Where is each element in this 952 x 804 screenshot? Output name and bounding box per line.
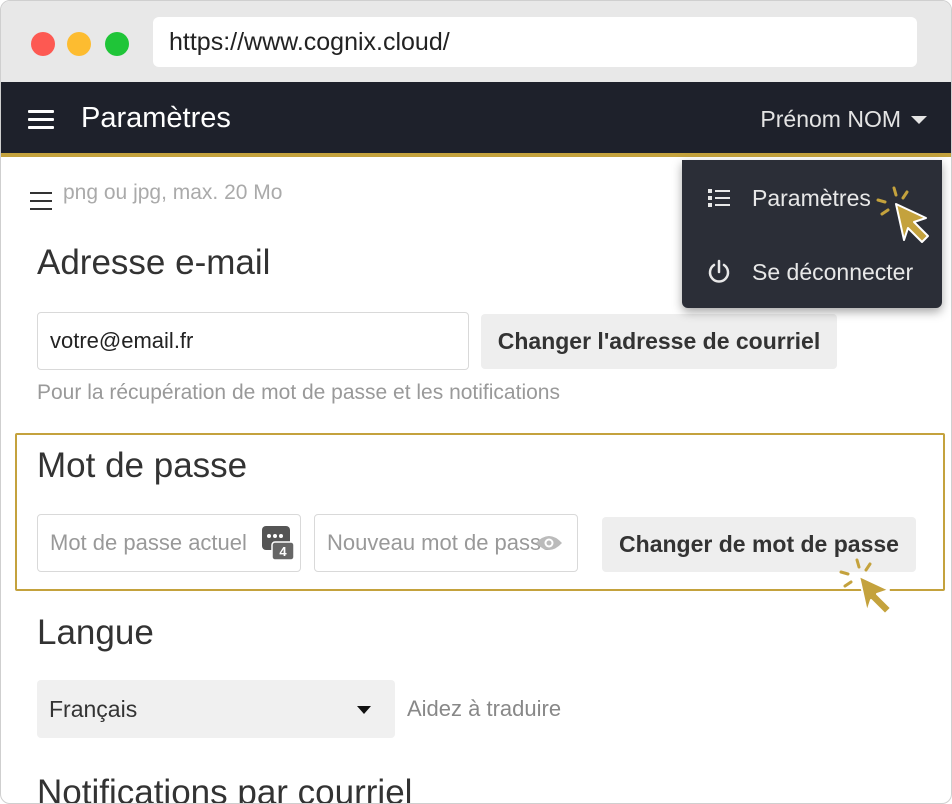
change-email-button[interactable]: Changer l'adresse de courriel (481, 314, 837, 369)
menu-item-label: Se déconnecter (752, 258, 914, 285)
minimize-window-button[interactable] (67, 32, 91, 56)
close-window-button[interactable] (31, 32, 55, 56)
menu-item-label: Paramètres (752, 184, 871, 211)
new-password-input[interactable]: Nouveau mot de passe (314, 514, 578, 572)
app-topbar: Paramètres Prénom NOM (1, 82, 951, 157)
user-name: Prénom NOM (760, 106, 901, 132)
help-translate-link[interactable]: Aidez à traduire (407, 696, 561, 722)
click-cursor-icon (876, 186, 929, 243)
address-bar[interactable]: https://www.cognix.cloud/ (153, 17, 917, 67)
caret-down-icon (357, 706, 371, 714)
page-title: Paramètres (81, 102, 231, 134)
browser-window: https://www.cognix.cloud/ Paramètres Pré… (0, 0, 952, 804)
current-password-placeholder: Mot de passe actuel (50, 530, 247, 555)
notifications-section-title: Notifications par courriel (37, 773, 413, 804)
sidebar-toggle-icon[interactable] (30, 192, 52, 210)
menu-item-logout[interactable]: Se déconnecter (682, 242, 942, 302)
current-password-input[interactable]: Mot de passe actuel 4 (37, 514, 301, 572)
user-menu-toggle[interactable]: Prénom NOM (760, 106, 927, 133)
show-password-eye-icon[interactable] (535, 534, 563, 552)
language-section-title: Langue (37, 613, 154, 652)
caret-down-icon (911, 115, 927, 124)
language-selected-value: Français (49, 696, 138, 722)
email-hint: Pour la récupération de mot de passe et … (37, 381, 560, 404)
avatar-format-hint: png ou jpg, max. 20 Mo (63, 181, 283, 204)
password-badge-number: 4 (279, 544, 287, 559)
new-password-placeholder: Nouveau mot de passe (327, 530, 554, 555)
language-select[interactable]: Français (37, 680, 395, 738)
click-cursor-icon (839, 558, 892, 615)
email-input[interactable]: votre@email.fr (37, 312, 469, 370)
list-icon (708, 189, 730, 207)
password-manager-icon[interactable]: 4 (262, 526, 294, 560)
maximize-window-button[interactable] (105, 32, 129, 56)
hamburger-menu-icon[interactable] (28, 110, 54, 130)
email-section-title: Adresse e-mail (37, 243, 271, 282)
browser-chrome: https://www.cognix.cloud/ (1, 1, 951, 82)
user-dropdown-menu: Paramètres Se déconnecter (682, 160, 942, 308)
password-section-title: Mot de passe (37, 446, 248, 485)
power-icon (708, 259, 730, 283)
